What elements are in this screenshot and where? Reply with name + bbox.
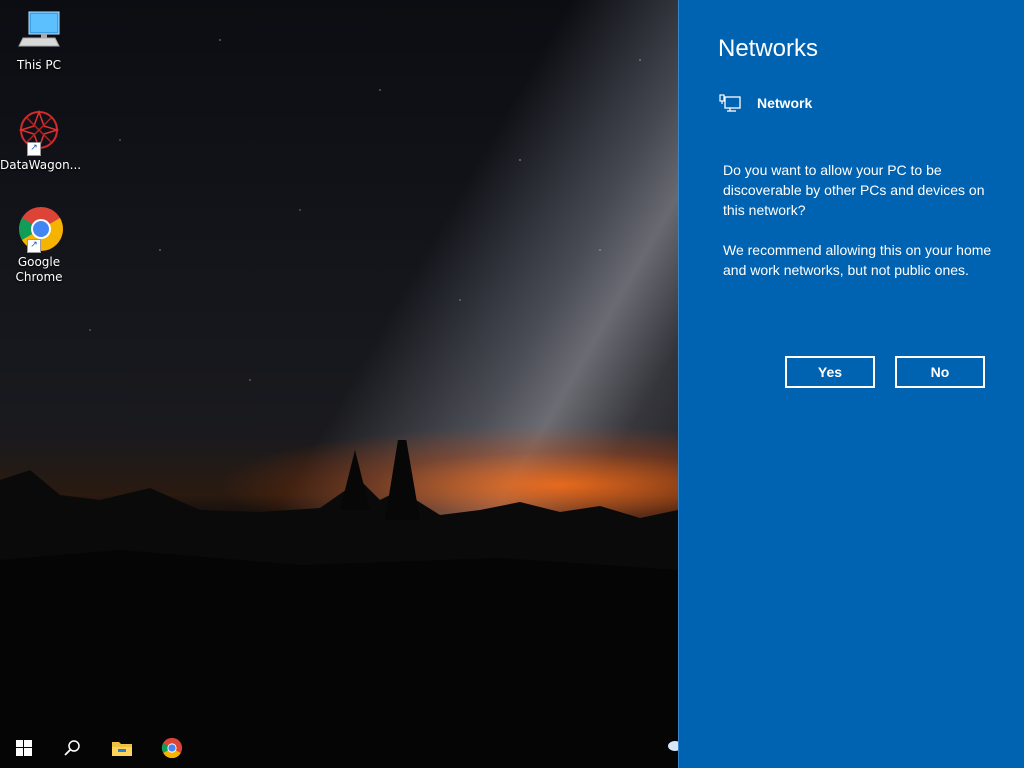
desktop-icon-label: Google Chrome xyxy=(15,255,63,284)
file-explorer-button[interactable] xyxy=(98,728,146,768)
taskbar xyxy=(0,728,680,768)
networks-panel: Networks Network Do you want to allow yo… xyxy=(678,0,1024,768)
ethernet-icon xyxy=(719,94,741,112)
desktop-icon-label: This PC xyxy=(17,58,61,72)
wallpaper-mountains xyxy=(0,440,678,728)
desktop: This PC ↗ DataWagon... ↗ Google Chrome xyxy=(0,0,678,728)
start-button[interactable] xyxy=(0,728,48,768)
datawagon-app-icon: ↗ xyxy=(15,108,63,156)
desktop-icon-label: DataWagon... xyxy=(0,158,82,172)
computer-icon xyxy=(15,8,63,56)
no-button[interactable]: No xyxy=(895,356,985,388)
yes-button[interactable]: Yes xyxy=(785,356,875,388)
discoverable-prompt: Do you want to allow your PC to be disco… xyxy=(723,162,985,218)
recommendation-text: We recommend allowing this on your home … xyxy=(723,242,992,278)
network-name: Network xyxy=(757,95,813,111)
windows-start-icon xyxy=(16,740,32,756)
search-button[interactable] xyxy=(48,728,96,768)
shortcut-arrow-icon: ↗ xyxy=(27,142,41,156)
desktop-icon-this-pc[interactable]: This PC xyxy=(0,8,78,73)
search-icon xyxy=(64,740,80,756)
network-row: Network xyxy=(719,94,812,112)
file-explorer-icon xyxy=(112,742,132,756)
chrome-taskbar-button[interactable] xyxy=(148,728,196,768)
chrome-icon xyxy=(161,737,183,759)
chrome-icon: ↗ xyxy=(15,205,63,253)
shortcut-arrow-icon: ↗ xyxy=(27,239,41,253)
desktop-icon-datawagon[interactable]: ↗ DataWagon... xyxy=(0,108,82,173)
panel-title: Networks xyxy=(718,35,819,62)
desktop-icon-google-chrome[interactable]: ↗ Google Chrome xyxy=(0,205,78,285)
